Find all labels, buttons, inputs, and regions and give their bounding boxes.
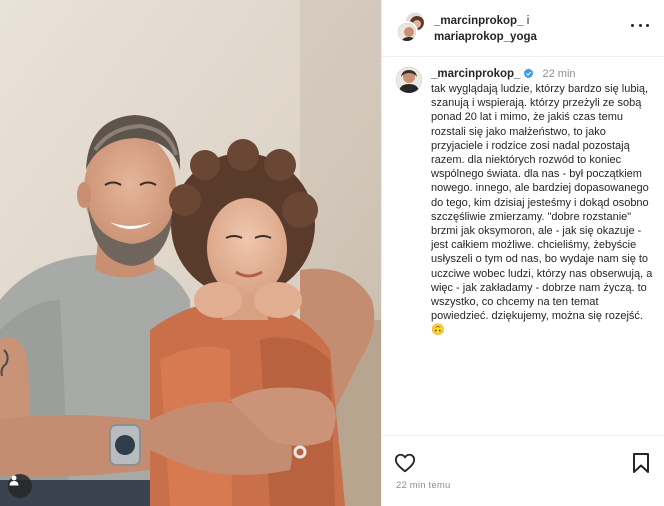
- caption-time: 22 min: [542, 68, 576, 80]
- post-actions: 22 min temu: [382, 435, 664, 506]
- username-link[interactable]: _marcinprokop_: [434, 15, 523, 27]
- post-caption: _marcinprokop_ 22 min tak wyglądają ludzi…: [382, 57, 664, 435]
- avatar-image: [398, 23, 416, 41]
- post-side-panel: _marcinprokop_ i mariaprokop_yoga _marci…: [381, 0, 664, 506]
- user-tag-button[interactable]: [8, 474, 32, 498]
- avatar-image: [396, 67, 422, 93]
- caption-username[interactable]: _marcinprokop_: [431, 68, 520, 80]
- more-horizontal-icon: [631, 23, 634, 27]
- like-button[interactable]: [394, 452, 416, 474]
- post-header: _marcinprokop_ i mariaprokop_yoga: [382, 0, 664, 57]
- dot: [638, 23, 642, 27]
- verified-badge-icon: [524, 68, 534, 79]
- bookmark-icon: [633, 453, 649, 473]
- more-options-button[interactable]: [631, 18, 649, 32]
- post-timestamp: 22 min temu: [396, 480, 451, 491]
- username-link[interactable]: mariaprokop_yoga: [434, 31, 537, 43]
- collab-avatars[interactable]: [396, 11, 428, 43]
- instagram-post: _marcinprokop_ i mariaprokop_yoga _marci…: [0, 0, 664, 506]
- heart-icon: [394, 453, 416, 473]
- collab-usernames: _marcinprokop_ i mariaprokop_yoga: [434, 13, 537, 45]
- caption-text: tak wyglądają ludzie, którzy bardzo się …: [431, 83, 653, 337]
- avatar[interactable]: [396, 67, 422, 93]
- save-button[interactable]: [631, 452, 651, 474]
- caption-header: _marcinprokop_ 22 min: [431, 67, 576, 81]
- avatar[interactable]: [396, 21, 418, 43]
- post-photo[interactable]: [0, 0, 381, 506]
- conjunction-text: i: [526, 15, 530, 27]
- user-tag-icon: [9, 475, 19, 486]
- couple-photo-illustration: [0, 0, 381, 506]
- dot: [646, 23, 649, 27]
